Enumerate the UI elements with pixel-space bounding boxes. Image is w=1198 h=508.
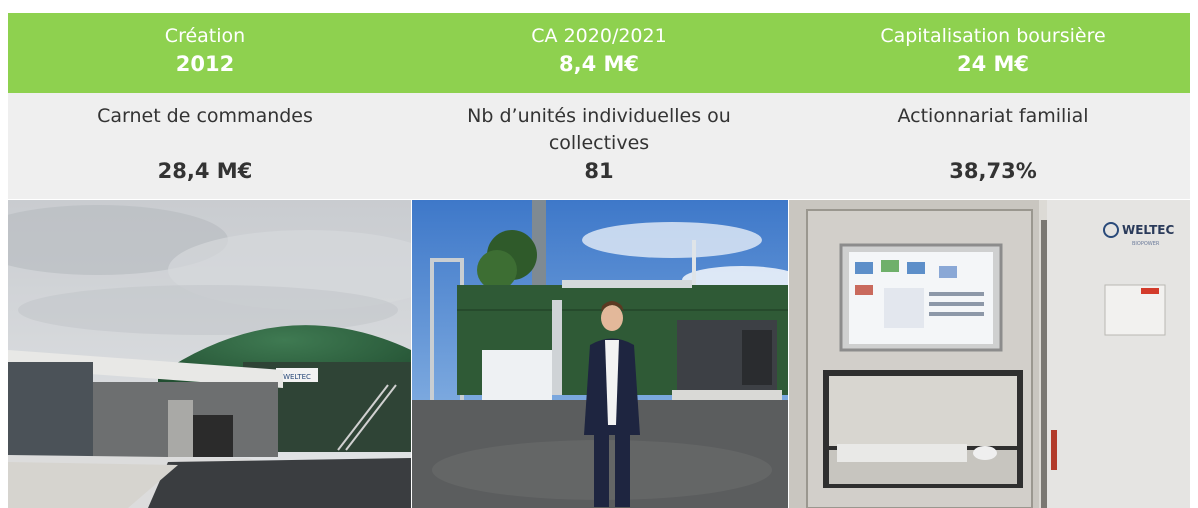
svg-text:WELTEC: WELTEC: [1122, 223, 1174, 237]
key-figures-slide: Création 2012 CA 2020/2021 8,4 M€ Capita…: [8, 13, 1190, 508]
kpi-label: Capitalisation boursière: [880, 25, 1106, 47]
kpi-market-cap: Capitalisation boursière 24 M€: [796, 13, 1190, 93]
kpi-value: 24 M€: [956, 52, 1030, 76]
photo-control-cabinet: WELTEC BIOPOWER: [789, 200, 1190, 508]
kpi-creation: Création 2012: [8, 13, 402, 93]
kpi-revenue: CA 2020/2021 8,4 M€: [402, 13, 796, 93]
kpi-label: Création: [164, 25, 246, 47]
kpi-label: Nb d’unités individuelles ou collectives: [467, 105, 731, 154]
photo-strip: WELTEC WELTEC BIOPOWER: [8, 200, 1190, 508]
svg-text:BIOPOWER: BIOPOWER: [1132, 241, 1160, 247]
plant-sign: WELTEC: [283, 373, 311, 381]
kpi-value: 38,73%: [949, 159, 1037, 183]
kpi-family-shareholding: Actionnariat familial 38,73%: [796, 93, 1190, 199]
kpi-value: 28,4 M€: [157, 159, 253, 183]
mouse: [973, 446, 997, 460]
kpi-value: 8,4 M€: [558, 52, 640, 76]
kpi-value: 81: [584, 159, 614, 183]
photo-unit-site: [412, 200, 788, 508]
kpi-label: CA 2020/2021: [531, 25, 667, 47]
kpi-label: Actionnariat familial: [897, 105, 1089, 127]
photo-biogas-plant: WELTEC: [8, 200, 411, 508]
keyboard: [837, 444, 967, 462]
kpi-value: 2012: [175, 52, 235, 76]
kpi-units: Nb d’unités individuelles ou collectives…: [402, 93, 796, 199]
kpi-order-book: Carnet de commandes 28,4 M€: [8, 93, 402, 199]
key-figures-top-band: Création 2012 CA 2020/2021 8,4 M€ Capita…: [8, 13, 1190, 93]
kpi-label: Carnet de commandes: [97, 105, 313, 127]
key-figures-bottom-band: Carnet de commandes 28,4 M€ Nb d’unités …: [8, 93, 1190, 199]
